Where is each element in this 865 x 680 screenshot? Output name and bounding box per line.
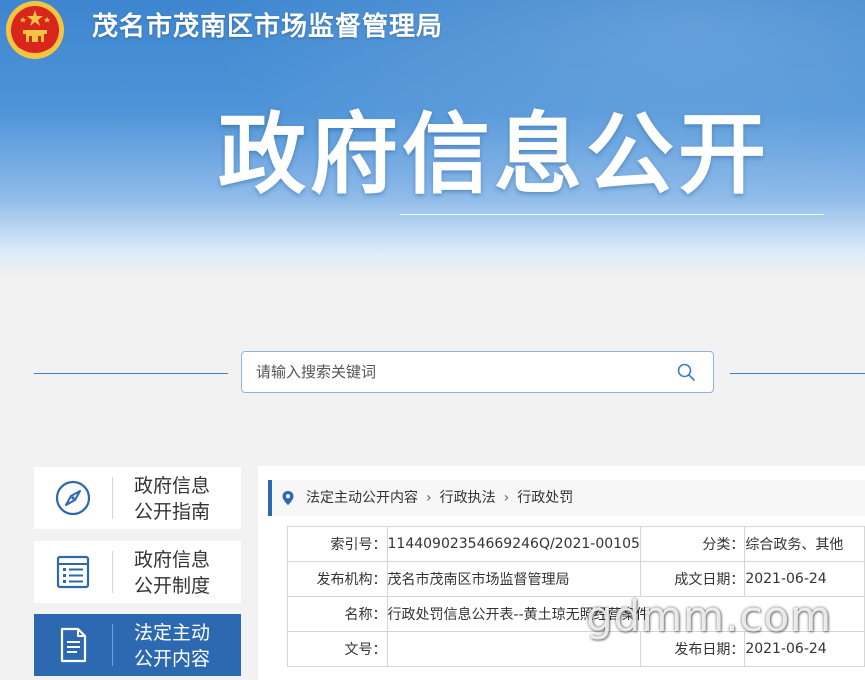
doc-no-label: 文号： [287, 631, 388, 667]
search-icon[interactable] [676, 362, 696, 382]
breadcrumb-item-enforcement[interactable]: 行政执法 [440, 490, 496, 506]
banner-divider [400, 214, 824, 215]
sidebar-item-divider [112, 624, 113, 666]
sidebar-item-system[interactable]: 政府信息 公开制度 [34, 541, 241, 603]
sidebar-item-label: 政府信息 公开制度 [134, 549, 211, 597]
category-value: 综合政务、其他 [744, 526, 865, 562]
breadcrumb: 法定主动公开内容 › 行政执法 › 行政处罚 [268, 480, 865, 516]
search-line-left [34, 373, 228, 374]
sidebar-item-divider [112, 551, 113, 593]
sidebar-item-label: 政府信息 公开指南 [134, 475, 211, 523]
index-value: 11440902354669246Q/2021-00105 [386, 526, 641, 562]
header-banner: 茂名市茂南区市场监督管理局 政府信息公开 [0, 0, 865, 280]
publisher-label: 发布机构： [287, 561, 388, 597]
location-pin-icon [282, 491, 294, 505]
sidebar-item-guide[interactable]: 政府信息 公开指南 [34, 467, 241, 529]
breadcrumb-trail: 法定主动公开内容 › 行政执法 › 行政处罚 [306, 480, 573, 516]
search-box [241, 351, 714, 393]
breadcrumb-separator: › [503, 490, 510, 506]
org-name: 茂名市茂南区市场监督管理局 [92, 12, 444, 42]
breadcrumb-item-content[interactable]: 法定主动公开内容 [306, 490, 418, 506]
watermark: gdmm.com [586, 592, 833, 641]
index-label: 索引号： [287, 526, 388, 562]
search-input[interactable] [242, 352, 676, 392]
national-emblem-icon [6, 1, 64, 59]
table-row: 索引号： 11440902354669246Q/2021-00105 分类： 综… [287, 526, 865, 562]
search-line-right [730, 373, 865, 374]
sidebar-item-content[interactable]: 法定主动 公开内容 [34, 614, 241, 676]
list-icon [56, 555, 90, 589]
breadcrumb-item-penalty[interactable]: 行政处罚 [517, 490, 573, 506]
page-title: 政府信息公开 [218, 103, 771, 206]
compass-icon [55, 480, 91, 516]
breadcrumb-separator: › [426, 490, 432, 506]
name-label: 名称： [287, 596, 388, 632]
category-label: 分类： [639, 526, 746, 562]
document-icon [60, 627, 87, 663]
sidebar-item-divider [112, 477, 113, 519]
sidebar-item-label: 法定主动 公开内容 [134, 622, 211, 670]
